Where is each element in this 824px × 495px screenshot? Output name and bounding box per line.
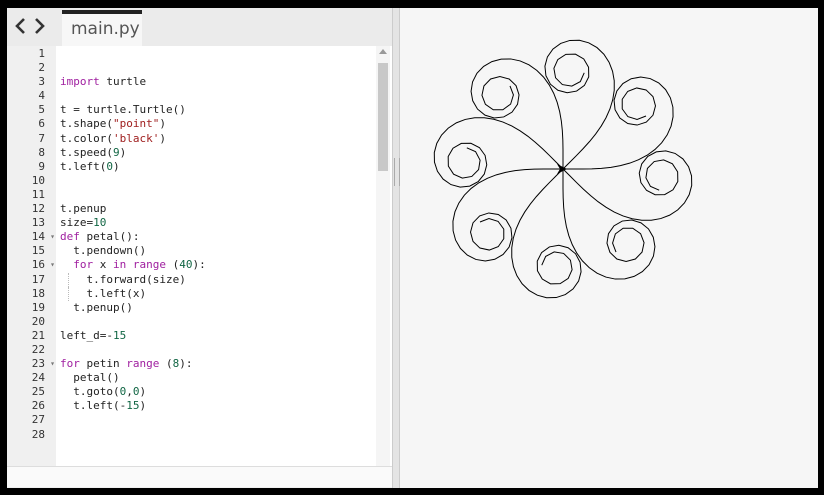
code-line[interactable]: t.color('black') — [60, 132, 206, 146]
fold-arrow-icon[interactable]: ▾ — [50, 230, 55, 244]
code-line[interactable]: for x in range (40): — [60, 258, 206, 272]
app-window: main.py 1 2 3 4 5 6 7 8 9 10 11 12 13 14 ▾ 15 16 ▾ 17 18 19 2… — [7, 8, 818, 488]
fold-arrow-icon[interactable]: ▾ — [50, 258, 55, 272]
petal-curve — [511, 168, 582, 299]
code-line[interactable]: for petin range (8): — [60, 357, 206, 371]
line-number: 26 — [31, 399, 45, 413]
code-line[interactable]: left_d=-15 — [60, 329, 206, 343]
line-number: 5 — [38, 103, 45, 117]
code-line[interactable] — [60, 343, 206, 357]
code-area[interactable]: import turtle t = turtle.Turtle() t.shape(… — [60, 47, 206, 442]
line-number-gutter: 1 2 3 4 5 6 7 8 9 10 11 12 13 14 ▾ 15 16 ▾ 17 18 19 20 21 22 23 ▾… — [7, 46, 56, 466]
fold-arrow-icon[interactable]: ▾ — [50, 357, 55, 371]
code-line[interactable]: import turtle — [60, 75, 206, 89]
petal-curve — [562, 150, 693, 221]
line-number: 12 — [31, 202, 45, 216]
line-number: 17 — [31, 272, 45, 286]
petal-curve — [470, 58, 564, 169]
horizontal-scrollbar[interactable] — [7, 466, 392, 487]
line-number: 18 — [31, 286, 45, 300]
chevron-left-icon[interactable] — [13, 16, 29, 36]
code-line[interactable]: t.left(x) — [60, 286, 206, 301]
line-number: 23 ▾ — [31, 357, 55, 371]
line-number: 7 — [38, 131, 45, 145]
code-line[interactable]: t.forward(size) — [60, 272, 206, 287]
line-number: 2 — [38, 61, 45, 75]
line-number: 27 — [31, 413, 45, 427]
pane-splitter[interactable] — [392, 8, 400, 488]
turtle-drawing — [433, 39, 693, 299]
line-number: 4 — [38, 89, 45, 103]
chevron-right-icon[interactable] — [31, 16, 47, 36]
code-line[interactable]: t.goto(0,0) — [60, 385, 206, 399]
code-line[interactable]: t = turtle.Turtle() — [60, 103, 206, 117]
line-number: 8 — [38, 145, 45, 159]
code-line[interactable]: t.penup — [60, 202, 206, 216]
tab-label: main.py — [71, 19, 140, 39]
code-line[interactable]: t.penup() — [60, 301, 206, 315]
code-line[interactable] — [60, 89, 206, 103]
petal-curve — [562, 169, 656, 280]
code-line[interactable] — [60, 188, 206, 202]
line-number: 28 — [31, 427, 45, 441]
line-number: 6 — [38, 117, 45, 131]
code-line[interactable] — [60, 61, 206, 75]
line-number: 20 — [31, 314, 45, 328]
line-number: 21 — [31, 328, 45, 342]
scroll-up-arrow-icon[interactable] — [379, 49, 387, 54]
line-number: 25 — [31, 385, 45, 399]
code-line[interactable]: size=10 — [60, 216, 206, 230]
code-line[interactable]: t.shape("point") — [60, 117, 206, 131]
line-number: 15 — [31, 244, 45, 258]
line-number: 14 ▾ — [31, 230, 55, 244]
petal-curve — [433, 117, 564, 188]
code-line[interactable]: t.left(-15) — [60, 399, 206, 413]
code-line[interactable] — [60, 47, 206, 61]
code-line[interactable]: t.left(0) — [60, 160, 206, 174]
line-number: 13 — [31, 216, 45, 230]
code-editor[interactable]: 1 2 3 4 5 6 7 8 9 10 11 12 13 14 ▾ 15 16 ▾ 17 18 19 20 21 22 23 ▾… — [7, 46, 392, 487]
line-number: 19 — [31, 300, 45, 314]
code-line[interactable]: petal() — [60, 371, 206, 385]
line-number: 1 — [38, 47, 45, 60]
line-number: 16 ▾ — [31, 258, 55, 272]
line-number: 10 — [31, 173, 45, 187]
code-line[interactable] — [60, 413, 206, 427]
line-number: 22 — [31, 342, 45, 356]
editor-toolbar: main.py — [7, 8, 399, 46]
code-line[interactable]: t.pendown() — [60, 244, 206, 258]
code-line[interactable] — [60, 315, 206, 329]
petal-curve — [452, 168, 563, 262]
indent-guide — [68, 272, 70, 287]
code-line[interactable] — [60, 428, 206, 442]
code-line[interactable] — [60, 174, 206, 188]
tab-main-py[interactable]: main.py — [62, 10, 142, 46]
line-number: 24 — [31, 371, 45, 385]
line-number: 3 — [38, 75, 45, 89]
line-number: 9 — [38, 159, 45, 173]
petal-curve — [563, 76, 674, 170]
turtle-canvas — [400, 8, 818, 488]
vertical-scrollbar[interactable] — [376, 46, 390, 466]
indent-guide — [68, 286, 70, 301]
petal-curve — [544, 39, 615, 170]
code-line[interactable]: t.speed(9) — [60, 146, 206, 160]
scrollbar-thumb[interactable] — [378, 63, 388, 171]
line-number: 11 — [31, 187, 45, 201]
code-line[interactable]: def petal(): — [60, 230, 206, 244]
